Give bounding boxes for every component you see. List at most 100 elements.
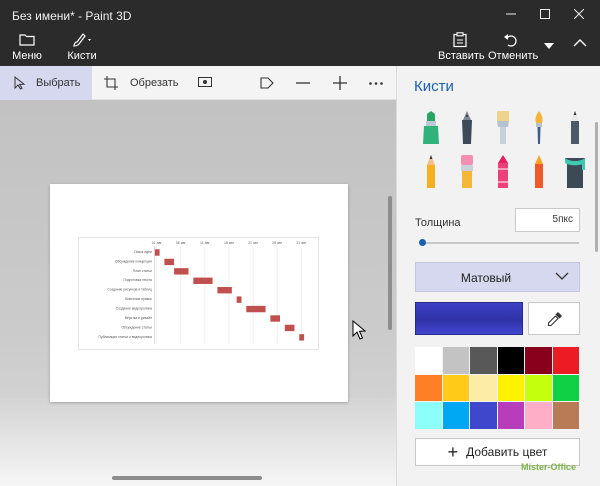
oil-brush-icon[interactable] bbox=[490, 111, 516, 145]
eraser-icon[interactable] bbox=[454, 155, 480, 189]
palette-swatch[interactable] bbox=[525, 402, 553, 430]
gantt-chart: 01 авг 06 авг 11 авг 16 авг 21 авг 26 авг 31 а… bbox=[78, 237, 319, 350]
gantt-task-label: Поиск идеи bbox=[134, 250, 152, 254]
gantt-tick-label: 01 авг bbox=[152, 241, 163, 245]
undo-label: Отменить bbox=[488, 50, 539, 62]
gantt-bar bbox=[270, 315, 281, 322]
canvas-toolbar: Выбрать Обрезать bbox=[0, 66, 396, 100]
crayon-icon[interactable] bbox=[490, 155, 516, 189]
select-tool[interactable]: Выбрать bbox=[0, 66, 92, 100]
add-color-label: Добавить цвет bbox=[466, 445, 548, 459]
fill-bucket-icon[interactable] bbox=[562, 155, 588, 189]
watermark: Mister-Office bbox=[521, 462, 577, 472]
finish-dropdown[interactable]: Матовый bbox=[415, 262, 580, 292]
gantt-bar bbox=[284, 324, 295, 332]
palette-swatch[interactable] bbox=[525, 347, 553, 375]
palette-swatch[interactable] bbox=[442, 374, 470, 403]
calligraphy-pen-icon[interactable] bbox=[454, 111, 480, 145]
more-options-button[interactable] bbox=[369, 66, 385, 100]
gantt-bar bbox=[217, 287, 232, 294]
crop-icon bbox=[104, 76, 118, 90]
magic-select-icon bbox=[198, 77, 212, 87]
drawing-canvas[interactable]: 01 авг 06 авг 11 авг 16 авг 21 авг 26 авг 31 а… bbox=[50, 184, 348, 402]
finish-value: Матовый bbox=[460, 271, 512, 285]
current-color-swatch[interactable] bbox=[415, 302, 523, 335]
marker-brush-icon[interactable] bbox=[418, 111, 444, 145]
gantt-tick-label: 11 авг bbox=[200, 241, 210, 245]
paste-label: Вставить bbox=[438, 50, 485, 62]
palette-swatch[interactable] bbox=[442, 402, 470, 430]
brush-icon bbox=[62, 32, 102, 50]
brushes-tab[interactable]: Кисти bbox=[62, 30, 102, 66]
workspace-floor bbox=[0, 398, 396, 486]
vertical-scrollbar[interactable] bbox=[388, 196, 392, 330]
zoom-in-button[interactable] bbox=[333, 66, 349, 100]
palette-swatch[interactable] bbox=[497, 402, 525, 430]
watercolor-brush-icon[interactable] bbox=[526, 111, 552, 145]
gantt-bar bbox=[193, 277, 213, 284]
pencil-brush-icon[interactable] bbox=[562, 111, 588, 145]
horizontal-scrollbar[interactable] bbox=[112, 476, 262, 480]
menu-button[interactable]: Меню bbox=[6, 30, 48, 66]
gantt-bar bbox=[236, 296, 242, 303]
folder-icon bbox=[6, 32, 48, 50]
window-title: Без имени* - Paint 3D bbox=[12, 9, 132, 23]
gantt-bar bbox=[299, 334, 305, 341]
palette-swatch[interactable] bbox=[415, 347, 443, 375]
select-label: Выбрать bbox=[36, 77, 81, 89]
palette-swatch[interactable] bbox=[525, 374, 553, 403]
gantt-tick-label: 31 авг bbox=[296, 241, 307, 245]
paste-button[interactable]: Вставить bbox=[438, 30, 485, 66]
gantt-tick-label: 26 авг bbox=[272, 241, 283, 245]
menu-label: Меню bbox=[12, 50, 42, 62]
close-button[interactable] bbox=[562, 3, 596, 27]
paste-icon bbox=[438, 32, 482, 50]
brushes-panel: Кисти Толщина 5пкс Матовый + Добавить цв… bbox=[396, 66, 600, 486]
panel-scrollbar[interactable] bbox=[595, 122, 598, 252]
gantt-bar bbox=[246, 305, 266, 313]
maximize-icon bbox=[540, 9, 550, 19]
palette-swatch[interactable] bbox=[442, 347, 470, 375]
palette-swatch[interactable] bbox=[552, 347, 580, 375]
gantt-task-label: Вёрстка и дизайн bbox=[125, 316, 152, 320]
palette-swatch[interactable] bbox=[470, 402, 498, 430]
minimize-button[interactable] bbox=[494, 3, 528, 27]
palette-swatch[interactable] bbox=[415, 402, 443, 430]
crop-tool[interactable]: Обрезать bbox=[104, 66, 184, 100]
sticker-icon bbox=[260, 77, 274, 89]
gantt-task-label: Создание видеоролика bbox=[116, 307, 152, 311]
brushes-label: Кисти bbox=[67, 50, 97, 62]
mouse-cursor-icon bbox=[352, 320, 366, 340]
canvas-workspace[interactable]: 01 авг 06 авг 11 авг 16 авг 21 авг 26 авг 31 а… bbox=[0, 100, 396, 486]
palette-swatch[interactable] bbox=[497, 374, 525, 403]
pixel-pen-icon[interactable] bbox=[526, 155, 552, 189]
palette-swatch[interactable] bbox=[470, 347, 498, 375]
title-bar: Без имени* - Paint 3D bbox=[0, 0, 600, 30]
crayon-pencil-icon[interactable] bbox=[418, 155, 444, 189]
gantt-task-label: Создание рисунков и таблиц bbox=[107, 288, 152, 292]
eyedropper-icon bbox=[547, 312, 562, 327]
palette-swatch[interactable] bbox=[552, 374, 580, 403]
gantt-task-label: Подготовка текста bbox=[124, 278, 152, 282]
thickness-slider-thumb[interactable] bbox=[419, 239, 426, 246]
more-undo-button[interactable] bbox=[538, 30, 560, 66]
zoom-out-icon bbox=[296, 82, 310, 84]
gantt-tick-label: 21 авг bbox=[248, 241, 259, 245]
undo-button[interactable]: Отменить bbox=[488, 30, 539, 66]
zoom-out-button[interactable] bbox=[296, 66, 312, 100]
sticker-tool[interactable] bbox=[260, 66, 276, 100]
collapse-ribbon-button[interactable] bbox=[566, 30, 594, 66]
palette-swatch[interactable] bbox=[415, 374, 443, 403]
magic-select-tool[interactable] bbox=[198, 66, 216, 100]
palette-swatch[interactable] bbox=[552, 402, 580, 430]
palette-swatch[interactable] bbox=[470, 374, 498, 403]
thickness-slider[interactable] bbox=[421, 242, 579, 244]
maximize-button[interactable] bbox=[528, 3, 562, 27]
top-bar: Без имени* - Paint 3D Меню Кисти Вставит… bbox=[0, 0, 600, 66]
cursor-icon bbox=[14, 76, 26, 90]
gantt-task-label: Обсуждение статьи bbox=[121, 325, 152, 329]
thickness-input[interactable]: 5пкс bbox=[515, 208, 580, 232]
eyedropper-button[interactable] bbox=[528, 302, 580, 335]
palette-swatch[interactable] bbox=[497, 347, 525, 375]
plus-icon: + bbox=[447, 442, 459, 462]
